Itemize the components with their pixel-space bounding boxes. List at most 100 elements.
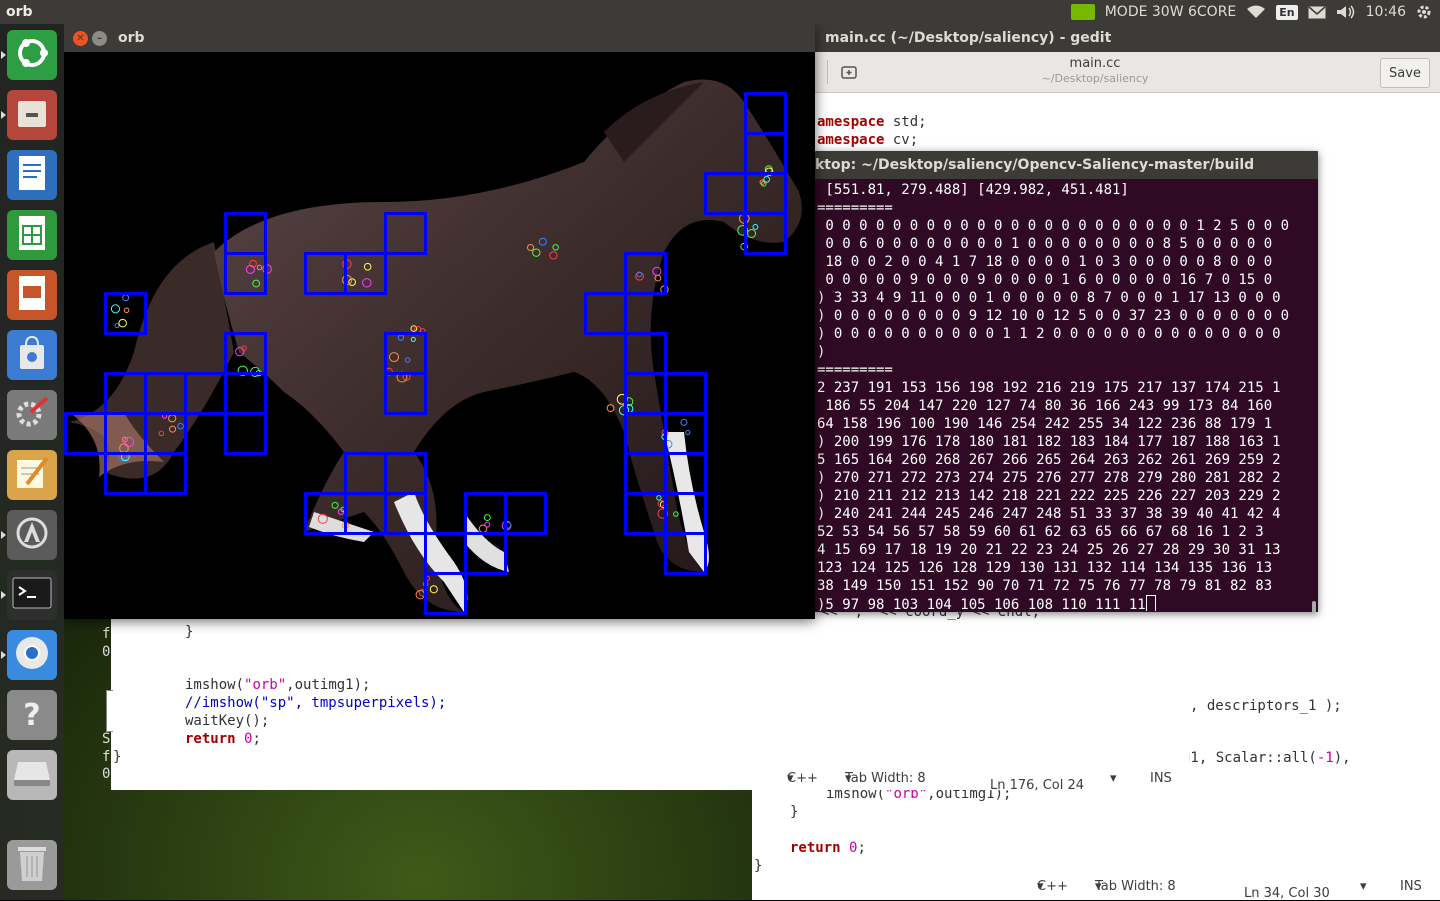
code-line-namespace-std: amespace std;	[817, 114, 927, 130]
code-line-imshow: imshow("orb",outimg1);	[185, 677, 371, 693]
gedit-mid-window[interactable]: x << ", << coord_y << endl; } imshow("or…	[111, 600, 1189, 790]
trash-launcher[interactable]	[7, 840, 57, 890]
code-fragment: f	[102, 626, 111, 642]
horse-tail	[69, 242, 234, 479]
orb-keypoint	[483, 514, 491, 522]
terminal-line: 0 0 0 0 0 0 0 0 0 0 0 0 0 0 0 0 0 0 0 0 …	[817, 218, 1290, 234]
code-line-namespace-cv: amespace cv;	[817, 132, 919, 148]
system-tray: MODE 30W 6CORE En 10:46	[1070, 0, 1432, 24]
gedit-headerbar: main.cc ~/Desktop/saliency Save	[815, 52, 1440, 93]
code-line-comment: //imshow("sp", tmpsuperpixels);	[185, 695, 447, 711]
open-button-fragment[interactable]	[815, 60, 828, 84]
gedit-mid-statusbar: C++ ▾ Tab Width: 8 ▾ Ln 176, Col 24 ▾ IN…	[787, 770, 1172, 794]
gear-icon[interactable]	[1416, 4, 1432, 20]
system-settings-launcher[interactable]	[7, 390, 57, 440]
calc-launcher[interactable]	[7, 210, 57, 260]
code-brace-back: }	[790, 804, 799, 820]
code-line-return: return 0;	[185, 731, 261, 747]
orb-keypoint	[680, 418, 688, 426]
trash-icon	[15, 843, 49, 887]
top-panel: orb MODE 30W 6CORE En 10:46	[0, 0, 1440, 24]
volume-icon[interactable]	[1336, 5, 1356, 19]
gedit-back-statusbar: C++ ▾ Tab Width: 8 ▾ Ln 34, Col 30 ▾ INS	[1037, 878, 1422, 901]
language-selector[interactable]: C++ ▾	[787, 771, 818, 786]
ubuntu-dash-button[interactable]	[1, 30, 57, 80]
gedit-titlebar[interactable]: main.cc (~/Desktop/saliency) - gedit	[815, 24, 1440, 52]
nvidia-mode-label[interactable]: MODE 30W 6CORE	[1105, 4, 1237, 20]
orb-keypoint	[484, 521, 491, 528]
terminal-line: 123 124 125 126 128 129 130 131 132 114 …	[817, 560, 1273, 576]
file-cabinet-icon	[14, 95, 50, 135]
terminal-titlebar[interactable]: ktop: ~/Desktop/saliency/Opencv-Saliency…	[815, 151, 1318, 179]
shopping-bag-icon	[15, 335, 49, 375]
terminal-line: 38 149 150 151 152 90 70 71 72 75 76 77 …	[817, 578, 1273, 594]
saliency-box	[664, 372, 707, 415]
orb-keypoint	[123, 307, 130, 314]
clock[interactable]: 10:46	[1366, 4, 1406, 20]
text-editor-launcher[interactable]	[7, 450, 57, 500]
presentation-icon	[15, 274, 49, 316]
saliency-box	[224, 412, 267, 455]
updater-icon	[13, 514, 51, 556]
code-fragment: S	[102, 731, 111, 747]
terminal-line: ) 200 199 176 178 180 181 182 183 184 17…	[817, 434, 1281, 450]
drive-icon	[12, 758, 52, 792]
terminal-line: 64 158 196 100 190 146 254 242 255 34 12…	[817, 416, 1273, 432]
ubuntu-logo-icon	[12, 33, 52, 77]
wifi-icon[interactable]	[1246, 5, 1266, 19]
drive-launcher[interactable]	[7, 750, 57, 800]
terminal-cursor	[1145, 595, 1156, 611]
code-fragment: 0	[102, 766, 111, 782]
code-brace: }	[185, 624, 194, 640]
files-launcher[interactable]	[1, 90, 57, 140]
orb-keypoint	[114, 323, 120, 329]
document-icon	[15, 154, 49, 196]
chromium-launcher[interactable]	[1, 630, 57, 680]
mail-icon[interactable]	[1308, 5, 1326, 19]
terminal-scrollbar[interactable]	[1312, 601, 1316, 612]
save-button[interactable]: Save	[1380, 58, 1430, 88]
tab-width-selector[interactable]: Tab Width: 8 ▾	[845, 771, 926, 786]
software-center-launcher[interactable]	[7, 330, 57, 380]
saliency-box	[224, 372, 267, 415]
saliency-box	[504, 492, 547, 535]
help-launcher[interactable]: ?	[7, 690, 57, 740]
minimize-icon[interactable]: –	[92, 31, 107, 46]
chromium-icon	[13, 634, 51, 676]
terminal-line: )	[817, 344, 826, 360]
terminal-launcher[interactable]	[1, 570, 57, 620]
active-app-name: orb	[6, 4, 33, 20]
chevron-down-icon[interactable]: ▾	[1110, 771, 1117, 786]
close-icon[interactable]: ✕	[73, 31, 88, 46]
nvidia-icon[interactable]	[1070, 4, 1095, 20]
code-fragment: f	[102, 749, 111, 765]
terminal-line: ) 270 271 272 273 274 275 276 277 278 27…	[817, 470, 1281, 486]
terminal-line: 52 53 54 56 57 58 59 60 61 62 63 65 66 6…	[817, 524, 1264, 540]
horse-leg-mid	[464, 512, 509, 572]
insert-mode: INS	[1150, 770, 1172, 786]
language-selector[interactable]: C++ ▾	[1037, 879, 1068, 894]
keyboard-layout-indicator[interactable]: En	[1276, 4, 1298, 20]
orb-window-title: orb	[118, 30, 145, 46]
spreadsheet-icon	[15, 214, 49, 256]
impress-launcher[interactable]	[7, 270, 57, 320]
code-brace-end-back: }	[754, 858, 763, 874]
terminal-line: ) 210 211 212 213 142 218 221 222 225 22…	[817, 488, 1281, 504]
chevron-down-icon[interactable]: ▾	[1360, 879, 1367, 894]
settings-wrench-icon	[13, 394, 51, 436]
terminal-icon	[12, 577, 52, 613]
software-updater-launcher[interactable]	[1, 510, 57, 560]
tab-width-selector[interactable]: Tab Width: 8 ▾	[1095, 879, 1176, 894]
orb-keypoint	[110, 304, 121, 314]
new-tab-icon[interactable]	[837, 60, 861, 84]
terminal-output[interactable]: [551.81, 279.488] [429.982, 451.481] ====…	[817, 181, 1317, 611]
insert-mode: INS	[1400, 878, 1422, 894]
terminal-window[interactable]: ktop: ~/Desktop/saliency/Opencv-Saliency…	[815, 151, 1318, 612]
orb-image-window[interactable]: ✕ – orb	[64, 24, 815, 619]
code-line-waitkey: waitKey();	[185, 713, 270, 729]
terminal-line: =========	[817, 200, 893, 216]
writer-launcher[interactable]	[7, 150, 57, 200]
orb-image-canvas[interactable]	[64, 52, 815, 619]
orb-titlebar[interactable]: ✕ – orb	[64, 24, 815, 52]
question-mark-icon: ?	[23, 697, 41, 733]
